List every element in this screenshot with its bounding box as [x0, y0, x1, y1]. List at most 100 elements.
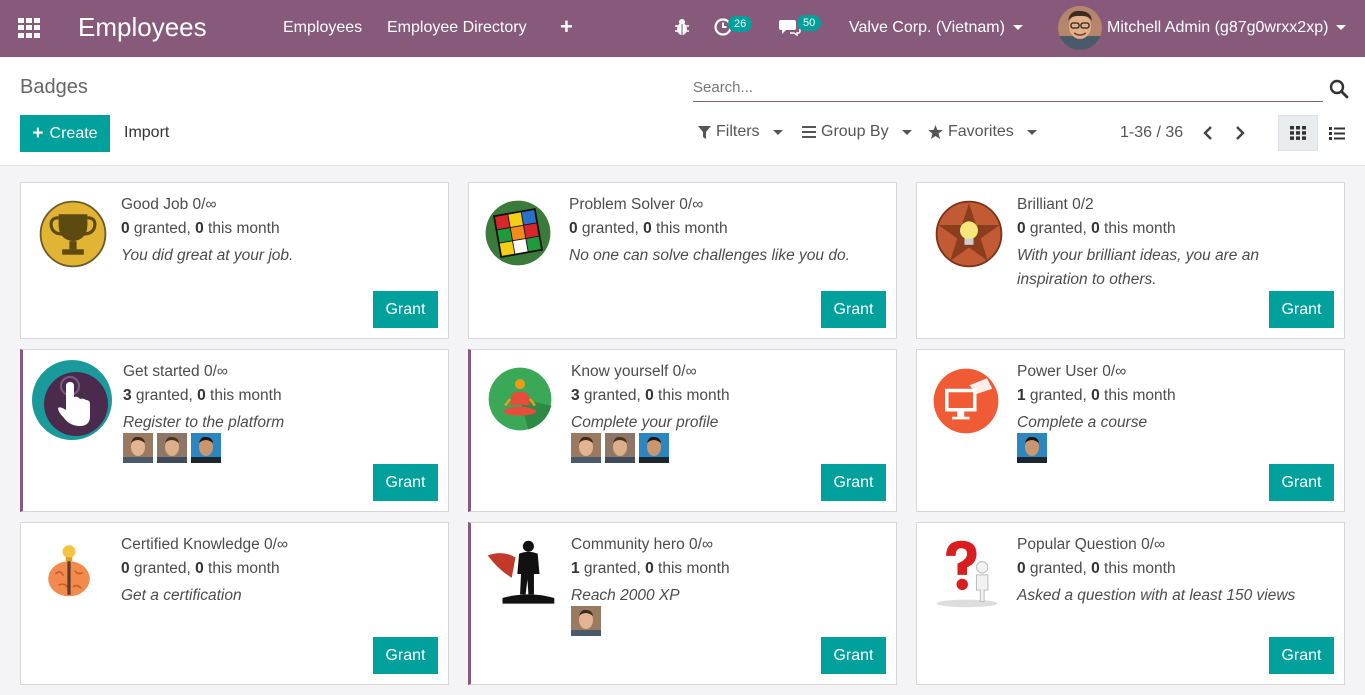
activity-count-badge: 26 [728, 16, 753, 32]
question-figure-icon [936, 540, 998, 608]
avatar[interactable] [157, 433, 187, 463]
user-menu[interactable]: Mitchell Admin (g87g0wrxx2xp) [1107, 19, 1347, 37]
granted-count: 1 [1017, 387, 1026, 404]
month-count: 0 [1091, 220, 1100, 237]
month-text: this month [203, 220, 280, 237]
granted-count: 3 [123, 387, 132, 404]
apps-menu-icon[interactable] [18, 18, 40, 38]
grant-button[interactable]: Grant [821, 291, 886, 328]
badge-card-community-hero[interactable]: Community hero 0/∞ 1 granted, 0 this mon… [468, 522, 897, 685]
badge-title[interactable]: Community hero 0/∞ [571, 536, 713, 554]
badge-card-get-started[interactable]: Get started 0/∞ 3 granted, 0 this month … [20, 349, 449, 512]
badge-title[interactable]: Get started 0/∞ [123, 363, 228, 381]
groupby-dropdown[interactable]: Group By [802, 123, 912, 141]
granted-count: 0 [569, 220, 578, 237]
badge-card-certified-knowledge[interactable]: Certified Knowledge 0/∞ 0 granted, 0 thi… [20, 522, 449, 685]
rubiks-cube-icon [485, 200, 551, 266]
avatar[interactable] [605, 433, 635, 463]
avatar[interactable] [191, 433, 221, 463]
plus-icon: + [32, 123, 44, 144]
granted-count: 0 [121, 560, 130, 577]
granted-text: granted, [577, 220, 644, 237]
month-text: this month [653, 387, 730, 404]
grant-button[interactable]: Grant [1269, 637, 1334, 674]
grant-button[interactable]: Grant [373, 464, 438, 501]
badge-card-power-user[interactable]: Power User 0/∞ 1 granted, 0 this month C… [916, 349, 1345, 512]
search-input[interactable] [693, 76, 1323, 96]
plus-icon[interactable]: + [560, 14, 573, 40]
grant-button[interactable]: Grant [373, 291, 438, 328]
filter-icon [698, 125, 711, 139]
search-icon[interactable] [1329, 79, 1349, 99]
granted-count: 1 [571, 560, 580, 577]
badge-title[interactable]: Certified Knowledge 0/∞ [121, 536, 288, 554]
meditation-icon [488, 367, 552, 431]
granted-text: granted, [1025, 560, 1092, 577]
avatar[interactable] [123, 433, 153, 463]
month-count: 0 [1091, 387, 1100, 404]
badge-stats: 0 granted, 0 this month [121, 560, 280, 578]
grant-button[interactable]: Grant [1269, 291, 1334, 328]
avatar[interactable] [571, 433, 601, 463]
badge-description: With your brilliant ideas, you are an in… [1017, 247, 1259, 288]
badge-title[interactable]: Good Job 0/∞ [121, 196, 217, 214]
badge-title[interactable]: Brilliant 0/2 [1017, 196, 1094, 214]
kanban-view-button[interactable] [1278, 115, 1318, 151]
create-button[interactable]: + Create [20, 115, 110, 152]
grant-button[interactable]: Grant [373, 637, 438, 674]
bug-icon[interactable] [674, 18, 690, 36]
filters-dropdown[interactable]: Filters [698, 123, 783, 141]
grant-button[interactable]: Grant [1269, 464, 1334, 501]
import-button[interactable]: Import [124, 124, 169, 142]
month-count: 0 [643, 220, 652, 237]
breadcrumb[interactable]: Badges [20, 76, 88, 99]
bars-icon [802, 126, 816, 138]
chevron-right-icon[interactable] [1234, 125, 1246, 141]
badge-card-popular-question[interactable]: Popular Question 0/∞ 0 granted, 0 this m… [916, 522, 1345, 685]
granted-text: granted, [129, 220, 196, 237]
menu-employees[interactable]: Employees [283, 19, 362, 37]
graduation-screen-icon [933, 368, 999, 434]
badge-stats: 0 granted, 0 this month [121, 220, 280, 238]
grid-icon [1290, 126, 1306, 140]
trophy-icon [39, 200, 107, 268]
grant-button[interactable]: Grant [821, 637, 886, 674]
chevron-left-icon[interactable] [1202, 125, 1214, 141]
badge-description: Get a certification [121, 587, 242, 604]
badge-title[interactable]: Problem Solver 0/∞ [569, 196, 703, 214]
badge-card-brilliant[interactable]: Brilliant 0/2 0 granted, 0 this month Wi… [916, 182, 1345, 339]
pager-value[interactable]: 1-36 / 36 [1120, 124, 1183, 142]
badge-title[interactable]: Popular Question 0/∞ [1017, 536, 1165, 554]
top-navbar: Employees Employees Employee Directory +… [0, 0, 1365, 57]
month-count: 0 [197, 387, 206, 404]
list-icon [1329, 126, 1345, 140]
company-switcher[interactable]: Valve Corp. (Vietnam) [849, 19, 1023, 37]
granted-count: 0 [1017, 560, 1026, 577]
badge-title[interactable]: Power User 0/∞ [1017, 363, 1126, 381]
granted-text: granted, [579, 560, 646, 577]
grant-button[interactable]: Grant [821, 464, 886, 501]
avatar[interactable] [639, 433, 669, 463]
badge-card-good-job[interactable]: Good Job 0/∞ 0 granted, 0 this month You… [20, 182, 449, 339]
badge-card-problem-solver[interactable]: Problem Solver 0/∞ 0 granted, 0 this mon… [468, 182, 897, 339]
chevron-down-icon [1336, 25, 1347, 31]
user-avatar[interactable] [1058, 6, 1102, 50]
favorites-dropdown[interactable]: Favorites [928, 123, 1037, 141]
badge-description: Asked a question with at least 150 views [1017, 587, 1296, 604]
avatar[interactable] [1017, 433, 1047, 463]
granted-count: 0 [1017, 220, 1026, 237]
user-name: Mitchell Admin (g87g0wrxx2xp) [1107, 19, 1329, 36]
app-title[interactable]: Employees [78, 12, 207, 43]
menu-employee-directory[interactable]: Employee Directory [387, 19, 527, 37]
granted-users [571, 606, 601, 636]
avatar[interactable] [571, 606, 601, 636]
granted-count: 0 [121, 220, 130, 237]
badge-description: Complete your profile [571, 414, 719, 431]
month-text: this month [1099, 560, 1176, 577]
badge-card-know-yourself[interactable]: Know yourself 0/∞ 3 granted, 0 this mont… [468, 349, 897, 512]
badge-title[interactable]: Know yourself 0/∞ [571, 363, 697, 381]
list-view-button[interactable] [1320, 115, 1354, 151]
month-text: this month [203, 560, 280, 577]
month-count: 0 [1091, 560, 1100, 577]
month-text: this month [651, 220, 728, 237]
